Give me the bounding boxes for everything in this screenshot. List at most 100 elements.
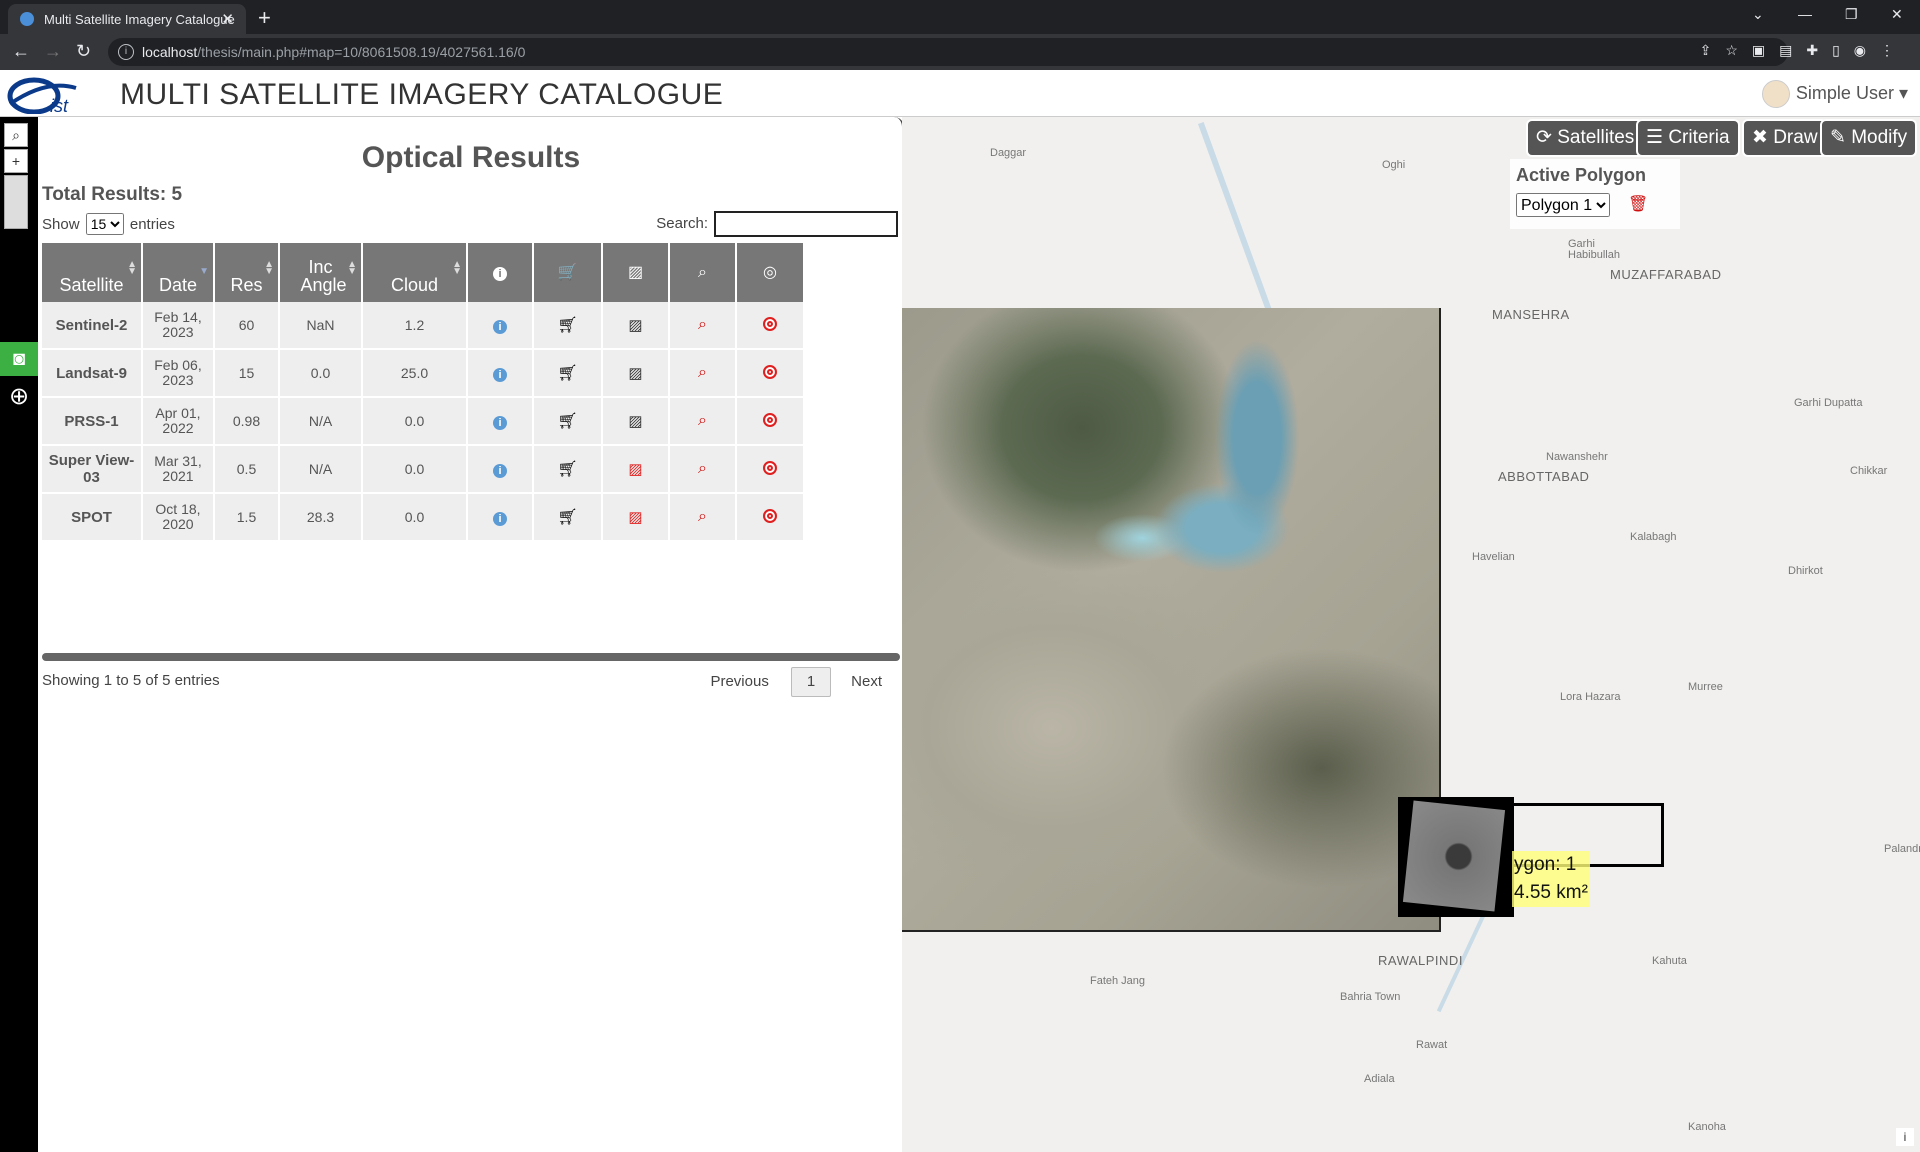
map-label: Kahuta — [1652, 955, 1687, 967]
map-label: Lora Hazara — [1560, 691, 1621, 703]
cell-date-text: Mar 31, 2021 — [154, 453, 202, 484]
user-menu[interactable]: Simple User ▾ — [1761, 80, 1908, 108]
cell-cart: 🛒︎ — [533, 493, 603, 542]
target-icon[interactable] — [763, 508, 777, 523]
cell-date: Feb 06, 2023 — [142, 349, 215, 398]
map-label: Chikkar — [1850, 465, 1888, 477]
close-window-icon[interactable]: ✕ — [1891, 6, 1903, 23]
zoom-icon[interactable]: ⌕ — [698, 412, 707, 429]
map-view[interactable]: Daggar Oghi Garhi Habibullah MUZAFFARABA… — [902, 117, 1920, 1152]
cell-res: 1.5 — [214, 493, 280, 542]
cell-date-text: Feb 14, 2023 — [154, 309, 202, 340]
svg-text:ist: ist — [50, 96, 69, 114]
col-satellite[interactable]: Satellite ▲ ▼ — [42, 243, 143, 302]
col-inc-angle[interactable]: Inc Angle ▲ ▼ — [279, 243, 363, 302]
polygon-label-name: ygon: 1 — [1514, 854, 1577, 875]
map-label: MANSEHRA — [1492, 307, 1570, 322]
cart-icon[interactable]: 🛒︎ — [557, 317, 577, 334]
extension-icons[interactable]: ⇪☆▣▤✚▯◉⋮ — [1700, 42, 1908, 59]
satellites-button[interactable]: ⟳ Satellites — [1528, 121, 1643, 155]
col-res[interactable]: Res ▲ ▼ — [214, 243, 280, 302]
draw-label: Draw — [1773, 127, 1818, 148]
modify-button[interactable]: ✎ Modify — [1822, 121, 1916, 155]
image-icon[interactable]: ▨ — [628, 413, 642, 430]
col-date[interactable]: Date ▼ — [142, 243, 215, 302]
entries-select[interactable]: 15 — [85, 213, 124, 235]
site-info-icon[interactable]: i — [118, 44, 134, 60]
pagination: Previous 1 Next — [710, 667, 882, 697]
target-icon[interactable] — [763, 460, 777, 475]
zoom-slider[interactable] — [4, 175, 28, 229]
zoom-icon[interactable]: ⌕ — [698, 508, 707, 525]
url-text[interactable]: localhost/thesis/main.php#map=10/8061508… — [142, 44, 525, 60]
sort-icon: ▲ ▼ — [452, 259, 462, 277]
col-preview: ▨ — [602, 243, 670, 302]
zoom-in-icon[interactable]: + — [4, 149, 28, 173]
tab-search-icon[interactable]: ⌄ — [1752, 6, 1764, 23]
reload-icon[interactable]: ↻ — [76, 41, 91, 62]
cart-icon[interactable]: 🛒︎ — [557, 365, 577, 382]
image-icon[interactable]: ▨ — [628, 509, 642, 526]
polygon-select[interactable]: Polygon 1 — [1516, 193, 1610, 217]
ist-logo: ist — [7, 77, 77, 114]
cell-zoom: ⌕ — [669, 397, 737, 446]
restore-icon[interactable]: ❐ — [1845, 6, 1858, 23]
cell-preview: ▨ — [602, 397, 670, 446]
next-button[interactable]: Next — [851, 673, 882, 690]
info-icon[interactable]: i — [493, 415, 507, 430]
globe-icon[interactable]: ⊕ — [0, 380, 38, 414]
info-icon[interactable]: i — [493, 367, 507, 382]
table-row: PRSS-1 Apr 01, 2022 0.98 N/A 0.0 i 🛒︎ ▨ … — [42, 397, 900, 446]
favicon-icon — [20, 12, 34, 26]
back-icon[interactable]: ← — [12, 41, 30, 62]
zoom-icon[interactable]: ⌕ — [698, 364, 707, 381]
attribution-button[interactable]: i — [1896, 1128, 1914, 1146]
sort-icon: ▲ ▼ — [127, 259, 137, 277]
info-icon[interactable]: i — [493, 511, 507, 526]
cart-icon[interactable]: 🛒︎ — [557, 461, 577, 478]
col-cloud-label: Cloud — [390, 275, 439, 295]
previous-button[interactable]: Previous — [710, 673, 768, 690]
table-row: Super View-03 Mar 31, 2021 0.5 N/A 0.0 i… — [42, 445, 900, 494]
address-bar[interactable]: i localhost/thesis/main.php#map=10/80615… — [108, 38, 1788, 66]
table-horizontal-scrollbar[interactable] — [42, 653, 900, 661]
trash-icon[interactable]: 🗑︎ — [1628, 194, 1648, 214]
new-tab-icon[interactable]: + — [258, 5, 271, 31]
search-input[interactable] — [714, 211, 898, 237]
image-icon[interactable]: ▨ — [628, 461, 642, 478]
map-label: Bahria Town — [1340, 991, 1401, 1003]
cell-inc: NaN — [279, 302, 363, 350]
entries-length: Show 15 entries — [42, 213, 175, 235]
cell-date-text: Feb 06, 2023 — [154, 357, 202, 388]
target-icon[interactable] — [763, 316, 777, 331]
target-icon[interactable] — [763, 364, 777, 379]
cart-icon[interactable]: 🛒︎ — [557, 413, 577, 430]
cell-satellite: Super View-03 — [42, 445, 143, 494]
cell-cloud: 0.0 — [362, 493, 468, 542]
browser-tab[interactable]: Multi Satellite Imagery Catalogue ✕ — [8, 4, 246, 34]
col-cloud[interactable]: Cloud ▲ ▼ — [362, 243, 468, 302]
close-tab-icon[interactable]: ✕ — [221, 10, 234, 28]
page-button[interactable]: 1 — [790, 667, 831, 697]
camera-icon[interactable]: ◙ — [0, 342, 38, 376]
minimize-icon[interactable]: — — [1798, 6, 1812, 22]
thumbnail-image — [1402, 800, 1506, 912]
forward-icon[interactable]: → — [44, 41, 62, 62]
river — [1197, 122, 1273, 312]
criteria-button[interactable]: ☰ Criteria — [1638, 121, 1738, 155]
col-zoom: ⌕ — [669, 243, 737, 302]
image-icon[interactable]: ▨ — [628, 365, 642, 382]
zoom-icon[interactable]: ⌕ — [698, 460, 707, 477]
cart-icon[interactable]: 🛒︎ — [557, 509, 577, 526]
image-icon[interactable]: ▨ — [628, 317, 642, 334]
search-icon[interactable]: ⌕ — [4, 123, 28, 147]
target-icon[interactable] — [763, 412, 777, 427]
draw-button[interactable]: ✖ Draw — [1744, 121, 1826, 155]
zoom-icon[interactable]: ⌕ — [698, 316, 707, 333]
map-label: RAWALPINDI — [1378, 953, 1463, 968]
info-icon[interactable]: i — [493, 319, 507, 334]
modify-label: Modify — [1851, 127, 1908, 148]
cell-date: Apr 01, 2022 — [142, 397, 215, 446]
app-header: ist MULTI SATELLITE IMAGERY CATALOGUE Si… — [0, 70, 1920, 117]
info-icon[interactable]: i — [493, 463, 507, 478]
